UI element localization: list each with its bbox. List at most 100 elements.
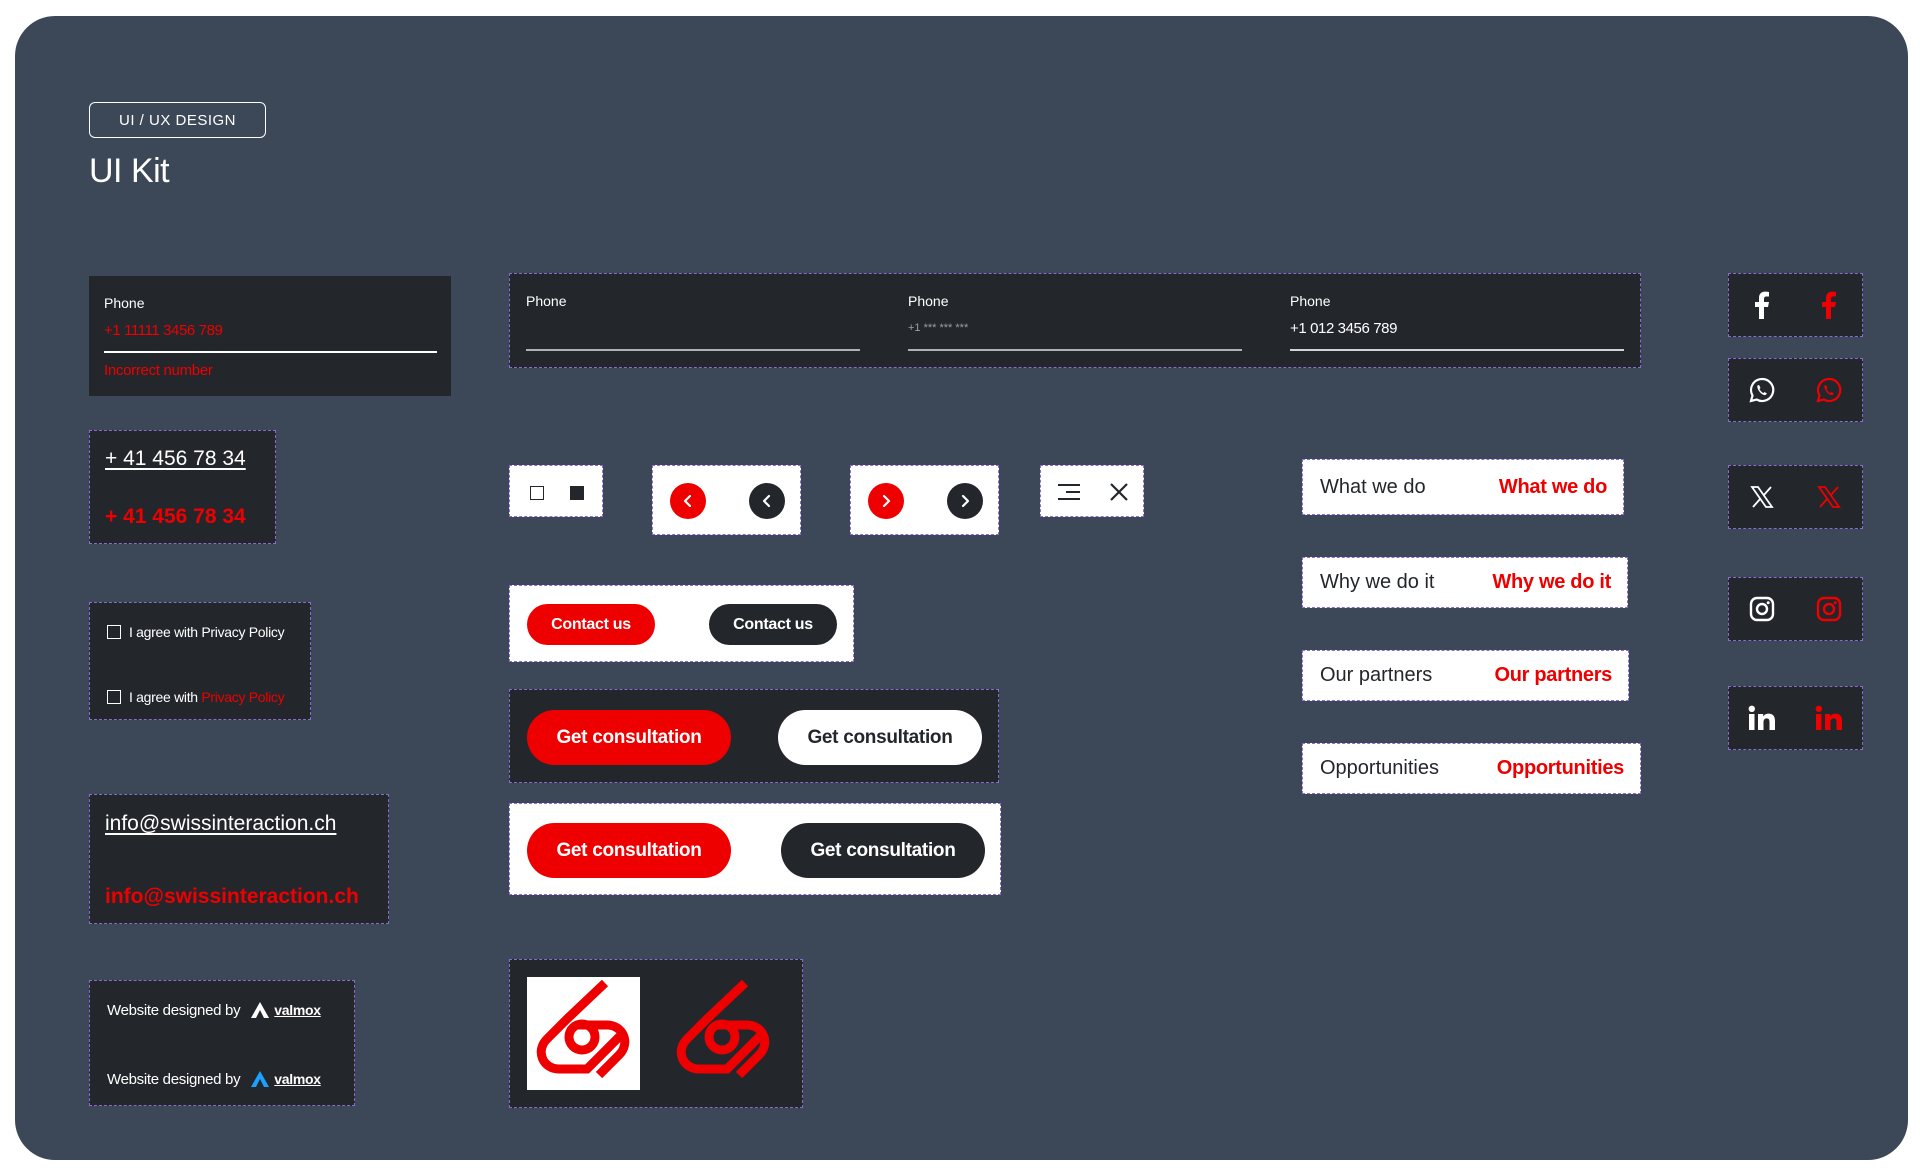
ui-kit-canvas: UI / UX DESIGN UI Kit Phone +1 11111 345… xyxy=(15,16,1908,1160)
contact-button-dark[interactable]: Contact us xyxy=(709,604,837,645)
next-arrow-button[interactable] xyxy=(868,483,904,519)
nav-link-hover[interactable]: Our partners xyxy=(1494,664,1612,687)
consent-checkbox[interactable]: I agree with Privacy Policy xyxy=(107,624,285,640)
instagram-icon[interactable] xyxy=(1749,596,1775,622)
page-title: UI Kit xyxy=(89,152,170,190)
phone-field-error-text: Incorrect number xyxy=(104,362,213,379)
phone-field-label: Phone xyxy=(1290,293,1331,309)
nav-link-hover[interactable]: Why we do it xyxy=(1492,571,1611,594)
prev-arrow-states xyxy=(652,465,801,535)
phone-field-empty[interactable]: Phone xyxy=(526,274,860,369)
logo-variants xyxy=(509,959,803,1108)
phone-field-underline xyxy=(1290,349,1624,351)
consent-checkbox-hover[interactable]: I agree with Privacy Policy xyxy=(107,689,285,705)
linkedin-icon[interactable] xyxy=(1748,705,1776,731)
consent-prefix: I agree with xyxy=(129,624,198,640)
contact-button[interactable]: Contact us xyxy=(527,604,655,645)
nav-link-hover[interactable]: What we do xyxy=(1499,476,1607,499)
checkbox-states xyxy=(509,465,603,517)
checkbox-unchecked[interactable] xyxy=(530,486,544,500)
valmox-logo-icon xyxy=(251,1002,270,1018)
menu-toggle-states xyxy=(1040,465,1144,517)
credit-text: Website designed by xyxy=(107,1070,241,1088)
checkbox-box[interactable] xyxy=(107,690,121,704)
chevron-left-icon xyxy=(683,494,692,508)
whatsapp-icon[interactable] xyxy=(1749,377,1775,403)
phone-field-filled[interactable]: Phone +1 012 3456 789 xyxy=(1290,274,1624,369)
nav-link[interactable]: Why we do it xyxy=(1320,571,1434,594)
instagram-icon-hover[interactable] xyxy=(1816,596,1842,622)
nav-item-what-we-do: What we do What we do xyxy=(1302,459,1624,515)
consultation-button-states-dark: Get consultation Get consultation xyxy=(509,689,999,783)
consultation-button-states-light: Get consultation Get consultation xyxy=(509,803,1001,895)
whatsapp-icon-hover[interactable] xyxy=(1816,377,1842,403)
credit-text: Website designed by xyxy=(107,1001,241,1019)
phone-field-placeholder[interactable]: Phone +1 *** *** *** xyxy=(908,274,1242,369)
prev-arrow-button[interactable] xyxy=(670,483,706,519)
linkedin-icon-states xyxy=(1728,686,1863,750)
nav-item-why-we-do-it: Why we do it Why we do it xyxy=(1302,557,1628,608)
prev-arrow-button-dark[interactable] xyxy=(749,483,785,519)
logo-on-white xyxy=(527,977,640,1090)
x-icon[interactable] xyxy=(1750,485,1774,509)
phone-field-value[interactable]: +1 11111 3456 789 xyxy=(104,322,223,339)
contact-button-states: Contact us Contact us xyxy=(509,585,854,662)
chevron-right-icon xyxy=(882,494,891,508)
phone-field-label: Phone xyxy=(908,293,949,309)
phone-link[interactable]: + 41 456 78 34 xyxy=(105,447,246,471)
credit-line-hover[interactable]: Website designed by valmox xyxy=(107,1070,321,1088)
next-arrow-button-dark[interactable] xyxy=(947,483,983,519)
phone-field-underline xyxy=(908,349,1242,351)
instagram-icon-states xyxy=(1728,577,1863,641)
x-icon-states xyxy=(1728,465,1863,529)
phone-field-error[interactable]: Phone +1 11111 3456 789 Incorrect number xyxy=(89,276,451,396)
consent-prefix: I agree with xyxy=(129,689,198,705)
nav-item-our-partners: Our partners Our partners xyxy=(1302,650,1629,701)
nav-item-opportunities: Opportunities Opportunities xyxy=(1302,743,1641,794)
consent-checkbox-states: I agree with Privacy Policy I agree with… xyxy=(89,602,311,720)
facebook-icon[interactable] xyxy=(1754,291,1770,319)
credit-line[interactable]: Website designed by valmox xyxy=(107,1001,321,1019)
whatsapp-icon-states xyxy=(1728,358,1863,422)
chevron-right-icon xyxy=(961,494,970,508)
nav-link-hover[interactable]: Opportunities xyxy=(1497,757,1625,780)
checkbox-box[interactable] xyxy=(107,625,121,639)
facebook-icon-hover[interactable] xyxy=(1821,291,1837,319)
credit-brand[interactable]: valmox xyxy=(274,1071,321,1087)
email-link-hover[interactable]: info@swissinteraction.ch xyxy=(105,885,359,909)
brand-logo-icon xyxy=(536,979,630,1079)
menu-icon[interactable] xyxy=(1057,482,1081,502)
facebook-icon-states xyxy=(1728,273,1863,337)
privacy-policy-link[interactable]: Privacy Policy xyxy=(201,624,284,640)
nav-link[interactable]: What we do xyxy=(1320,476,1426,499)
consultation-button-light[interactable]: Get consultation xyxy=(778,710,982,765)
nav-link[interactable]: Opportunities xyxy=(1320,757,1439,780)
email-link[interactable]: info@swissinteraction.ch xyxy=(105,812,336,836)
next-arrow-states xyxy=(850,465,999,535)
x-icon-hover[interactable] xyxy=(1817,485,1841,509)
phone-field-placeholder-text: +1 *** *** *** xyxy=(908,322,969,334)
phone-field-label: Phone xyxy=(526,293,567,309)
logo-on-dark xyxy=(667,977,780,1090)
phone-field-label: Phone xyxy=(104,295,145,311)
phone-field-underline xyxy=(104,351,437,353)
nav-link[interactable]: Our partners xyxy=(1320,664,1432,687)
email-link-states: info@swissinteraction.ch info@swissinter… xyxy=(89,794,389,924)
credit-brand[interactable]: valmox xyxy=(274,1002,321,1018)
credit-states: Website designed by valmox Website desig… xyxy=(89,980,355,1106)
linkedin-icon-hover[interactable] xyxy=(1815,705,1843,731)
phone-link-hover[interactable]: + 41 456 78 34 xyxy=(105,505,246,529)
category-tag: UI / UX DESIGN xyxy=(89,102,266,138)
consultation-button[interactable]: Get consultation xyxy=(527,710,731,765)
phone-field-underline xyxy=(526,349,860,351)
chevron-left-icon xyxy=(762,494,771,508)
close-icon[interactable] xyxy=(1109,482,1129,502)
valmox-logo-icon xyxy=(251,1071,270,1087)
consultation-button-dark[interactable]: Get consultation xyxy=(781,823,985,878)
consultation-button[interactable]: Get consultation xyxy=(527,823,731,878)
phone-link-states: + 41 456 78 34 + 41 456 78 34 xyxy=(89,430,276,544)
phone-field-states: Phone Phone +1 *** *** *** Phone +1 012 … xyxy=(509,273,1641,368)
brand-logo-icon xyxy=(676,979,770,1079)
privacy-policy-link-hover[interactable]: Privacy Policy xyxy=(201,689,284,705)
checkbox-checked[interactable] xyxy=(570,486,584,500)
